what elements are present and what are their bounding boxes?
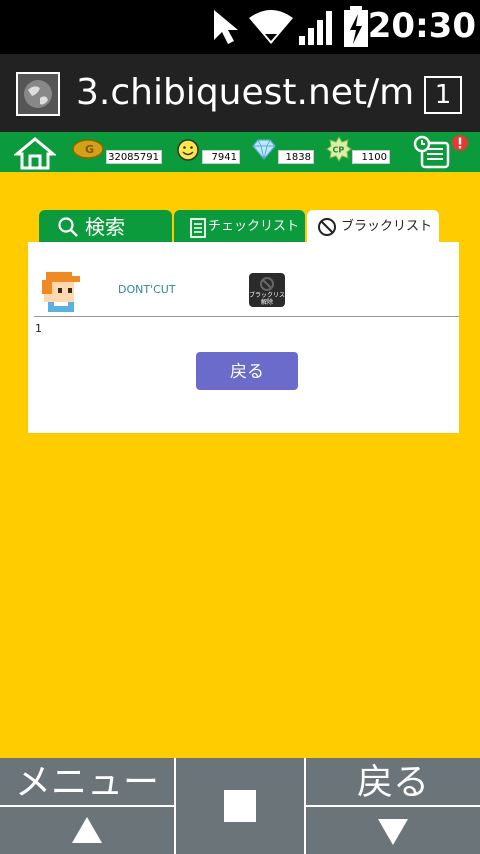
- gold-value: 32085791: [106, 150, 162, 164]
- cursor-icon: [214, 10, 238, 44]
- clock: 20:30: [367, 6, 476, 46]
- search-icon: [58, 217, 78, 237]
- battery-charging-icon: [344, 6, 368, 47]
- status-bar: 20:30: [0, 0, 480, 54]
- blacklist-remove-button[interactable]: ブラックリスト 解除: [249, 273, 285, 307]
- smile-face-icon: [177, 139, 199, 161]
- cp-stat: CP 1100: [326, 136, 390, 164]
- scroll-down-button[interactable]: [306, 807, 480, 854]
- diamond-icon: [252, 139, 276, 160]
- triangle-up-icon: [72, 817, 102, 843]
- gold-coin-icon: G: [72, 139, 104, 159]
- blacklist-remove-label-1: ブラックリスト: [249, 292, 285, 299]
- signal-icon: [299, 11, 332, 45]
- wifi-icon: [249, 10, 293, 44]
- blacklist-remove-label-2: 解除: [260, 299, 273, 306]
- prohibited-icon: [318, 218, 336, 236]
- stop-square-icon: [224, 790, 256, 822]
- triangle-down-icon: [378, 819, 408, 845]
- checklist-icon: [190, 218, 206, 238]
- menu-button[interactable]: メニュー: [0, 758, 174, 805]
- browser-toolbar: 3.chibiquest.net/ma 1: [0, 54, 480, 132]
- cp-badge-icon: CP: [326, 136, 352, 162]
- tab-search-label: 検索: [85, 215, 125, 239]
- svg-text:CP: CP: [333, 146, 345, 155]
- stop-button[interactable]: [176, 758, 304, 854]
- diamond-value: 1838: [278, 150, 314, 164]
- nav-back-button[interactable]: 戻る: [306, 758, 480, 805]
- notice-list-icon[interactable]: [412, 134, 470, 170]
- row-divider: [34, 316, 459, 317]
- player-name[interactable]: DONT'CUT: [118, 282, 176, 298]
- site-favicon-icon[interactable]: [16, 72, 60, 116]
- tab-search[interactable]: 検索: [39, 210, 172, 244]
- blacklist-panel: [28, 242, 459, 433]
- scroll-up-button[interactable]: [0, 807, 174, 854]
- home-icon[interactable]: [14, 136, 56, 170]
- result-count: 1: [35, 322, 42, 335]
- cp-value: 1100: [352, 150, 390, 164]
- avatar[interactable]: [36, 268, 84, 314]
- prohibited-icon: [260, 277, 274, 291]
- smile-value: 7941: [202, 150, 240, 164]
- smile-stat: 7941: [176, 139, 240, 164]
- gold-stat: G 32085791: [72, 139, 162, 164]
- bottom-navigation: メニュー 戻る: [0, 758, 480, 854]
- svg-text:G: G: [85, 143, 94, 156]
- tab-checklist-label: チェックリスト: [208, 219, 300, 234]
- tab-blacklist[interactable]: ブラックリスト: [307, 210, 439, 244]
- url-field[interactable]: 3.chibiquest.net/ma: [76, 70, 414, 116]
- game-header: G 32085791 7941 1838 CP 1100: [0, 132, 480, 172]
- tab-blacklist-label: ブラックリスト: [341, 219, 433, 234]
- diamond-stat: 1838: [250, 139, 314, 164]
- tab-checklist[interactable]: チェックリスト: [174, 210, 305, 244]
- tab-count-button[interactable]: 1: [424, 76, 462, 114]
- back-button[interactable]: 戻る: [196, 352, 298, 390]
